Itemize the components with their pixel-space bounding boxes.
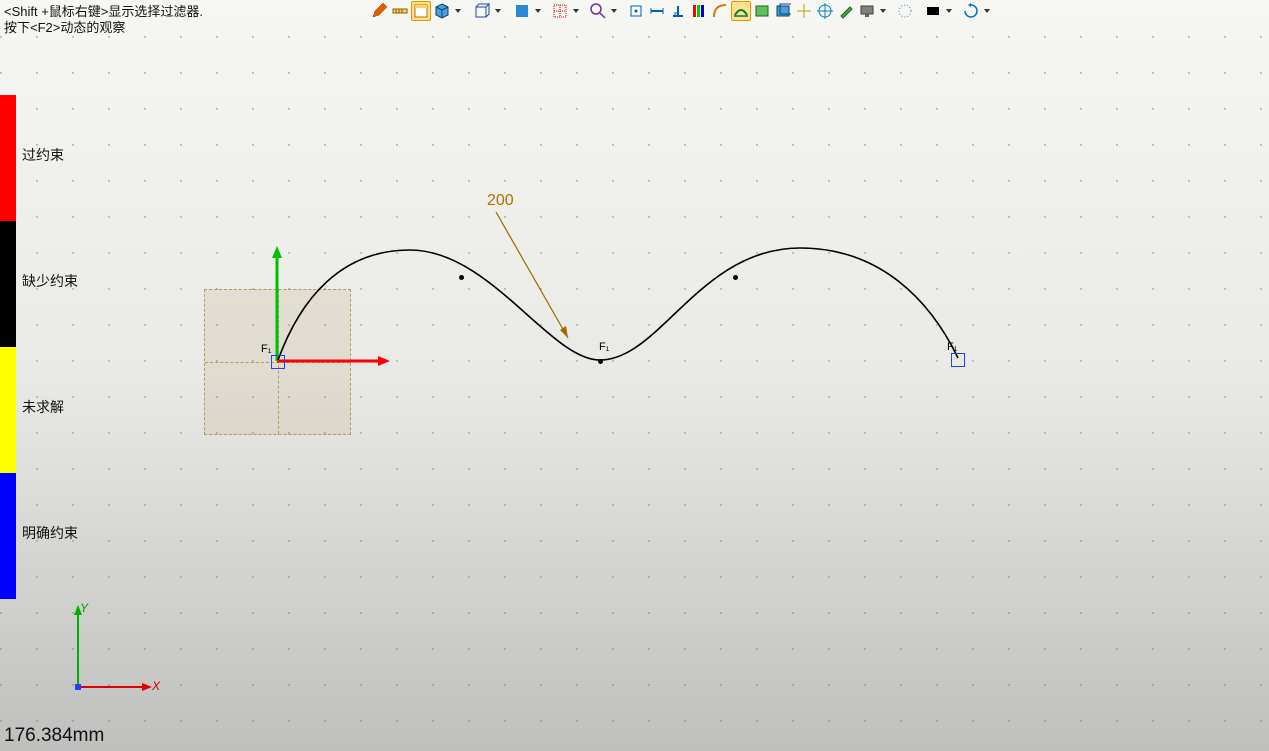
legend-label-unsolved: 未求解: [22, 397, 64, 417]
spline-knot-3[interactable]: [733, 275, 738, 280]
spline-start-label: F₁: [261, 343, 271, 355]
box-wire-icon[interactable]: [473, 2, 491, 20]
zoom-icon[interactable]: [589, 2, 607, 20]
pencil-icon[interactable]: [370, 2, 388, 20]
legend-label-well: 明确约束: [22, 523, 78, 543]
point-constraint-icon[interactable]: [627, 2, 645, 20]
legend-bar-unsolved: [0, 347, 16, 473]
crosshair-icon[interactable]: [795, 2, 813, 20]
monitor-icon[interactable]: [858, 2, 876, 20]
tangent-constraint-icon[interactable]: [732, 2, 750, 20]
hint-line-2: 按下<F2>动态的观察: [4, 20, 203, 36]
layer-2-icon[interactable]: [774, 2, 792, 20]
viewport-hints: <Shift +鼠标右键>显示选择过滤器. 按下<F2>动态的观察: [4, 4, 203, 36]
cube-view-button[interactable]: [433, 2, 451, 20]
shade-mode-dropdown-icon[interactable]: [535, 9, 541, 13]
swatch-dropdown-icon[interactable]: [946, 9, 952, 13]
dotted-circle-icon[interactable]: [896, 2, 914, 20]
brush-icon[interactable]: [837, 2, 855, 20]
grid-dropdown-icon[interactable]: [573, 9, 579, 13]
color-bar-icon[interactable]: [690, 2, 708, 20]
perpendicular-constraint-icon[interactable]: [669, 2, 687, 20]
monitor-dropdown-icon[interactable]: [880, 9, 886, 13]
rotate-dropdown-icon[interactable]: [984, 9, 990, 13]
zoom-dropdown-icon[interactable]: [611, 9, 617, 13]
top-toolbar: [370, 2, 990, 20]
spline-end-label: F₁: [947, 341, 957, 353]
spline-end-handle[interactable]: [951, 353, 965, 367]
triad-x-label: X: [152, 679, 160, 693]
black-swatch-icon[interactable]: [924, 2, 942, 20]
sketch-viewport[interactable]: [0, 0, 1269, 751]
spline-start-handle[interactable]: [271, 355, 285, 369]
grid-dots: [0, 30, 1269, 751]
shade-mode-icon[interactable]: [513, 2, 531, 20]
legend-bar-over: [0, 95, 16, 221]
legend-bar-under: [0, 221, 16, 347]
legend-bar-well: [0, 473, 16, 599]
target-icon[interactable]: [816, 2, 834, 20]
rotate-icon[interactable]: [962, 2, 980, 20]
spline-knot-1[interactable]: [459, 275, 464, 280]
legend-label-under: 缺少约束: [22, 271, 78, 291]
box-wire-dropdown-icon[interactable]: [495, 9, 501, 13]
cube-view-dropdown-icon[interactable]: [455, 9, 461, 13]
layer-1-icon[interactable]: [753, 2, 771, 20]
legend-label-over: 过约束: [22, 145, 64, 165]
horizontal-constraint-icon[interactable]: [648, 2, 666, 20]
spline-knot-2[interactable]: [598, 359, 603, 364]
radius-dimension-value[interactable]: 200: [487, 192, 514, 210]
arc-constraint-icon[interactable]: [711, 2, 729, 20]
status-measurement: 176.384mm: [4, 725, 104, 747]
sheet-view-button[interactable]: [412, 2, 430, 20]
spline-mid-label: F₁: [599, 341, 609, 353]
triad-y-label: Y: [80, 601, 88, 615]
grid-toggle-icon[interactable]: [551, 2, 569, 20]
ruler-icon[interactable]: [391, 2, 409, 20]
constraint-legend: 过约束 缺少约束 未求解 明确约束: [0, 95, 16, 599]
hint-line-1: <Shift +鼠标右键>显示选择过滤器.: [4, 4, 203, 20]
